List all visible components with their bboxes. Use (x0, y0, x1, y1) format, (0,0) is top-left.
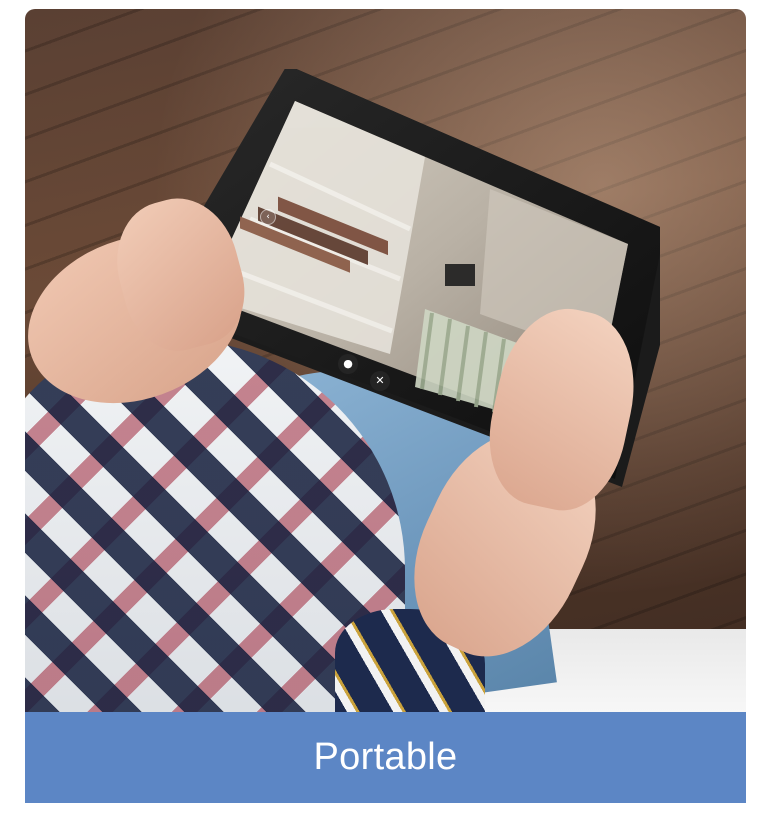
caption-label: Portable (313, 736, 458, 778)
caption-bar: Portable (25, 712, 746, 803)
mute-icon[interactable]: ✕ (370, 371, 390, 391)
back-icon[interactable]: ‹ (260, 209, 276, 225)
feature-card: ‹ ● ✕ ○ Portable (25, 9, 746, 803)
mic-icon[interactable]: ● (338, 354, 358, 374)
product-photo: ‹ ● ✕ ○ (25, 9, 746, 712)
